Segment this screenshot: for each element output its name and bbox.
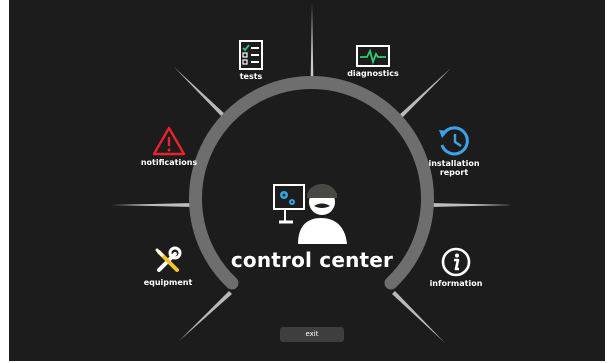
equipment-label: equipment — [143, 278, 193, 287]
information-label: information — [429, 279, 483, 288]
spoke-lower-left — [179, 291, 232, 341]
menu-item-equipment[interactable]: equipment — [139, 246, 197, 287]
page-title: control center — [230, 248, 394, 272]
tests-label: tests — [239, 72, 263, 81]
checklist-icon — [239, 40, 263, 70]
notifications-label: notifications — [140, 158, 198, 167]
menu-item-notifications[interactable]: notifications — [137, 126, 201, 167]
warning-triangle-icon — [152, 126, 186, 156]
heartbeat-monitor-icon — [356, 45, 390, 67]
menu-item-tests[interactable]: tests — [231, 40, 271, 81]
installation-label-2: report — [439, 168, 469, 177]
spoke-upper-right — [398, 68, 451, 119]
menu-item-information[interactable]: information — [426, 247, 486, 288]
diagnostics-label: diagnostics — [347, 69, 399, 78]
spoke-upper-left — [174, 67, 226, 118]
menu-item-diagnostics[interactable]: diagnostics — [342, 45, 404, 78]
spoke-top — [310, 4, 314, 88]
spoke-left — [111, 203, 193, 207]
info-icon — [441, 247, 471, 277]
spoke-right — [430, 203, 512, 207]
installation-label-1: installation — [428, 159, 480, 168]
menu-item-installation-report[interactable]: installation report — [419, 125, 489, 177]
history-clock-icon — [439, 126, 469, 156]
control-center-screen: tests diagnostics notifications installa… — [9, 0, 605, 361]
exit-button[interactable]: exit — [280, 327, 344, 342]
spoke-lower-right — [392, 291, 445, 343]
wrench-screwdriver-icon — [155, 246, 182, 272]
technician-icon — [273, 184, 347, 244]
